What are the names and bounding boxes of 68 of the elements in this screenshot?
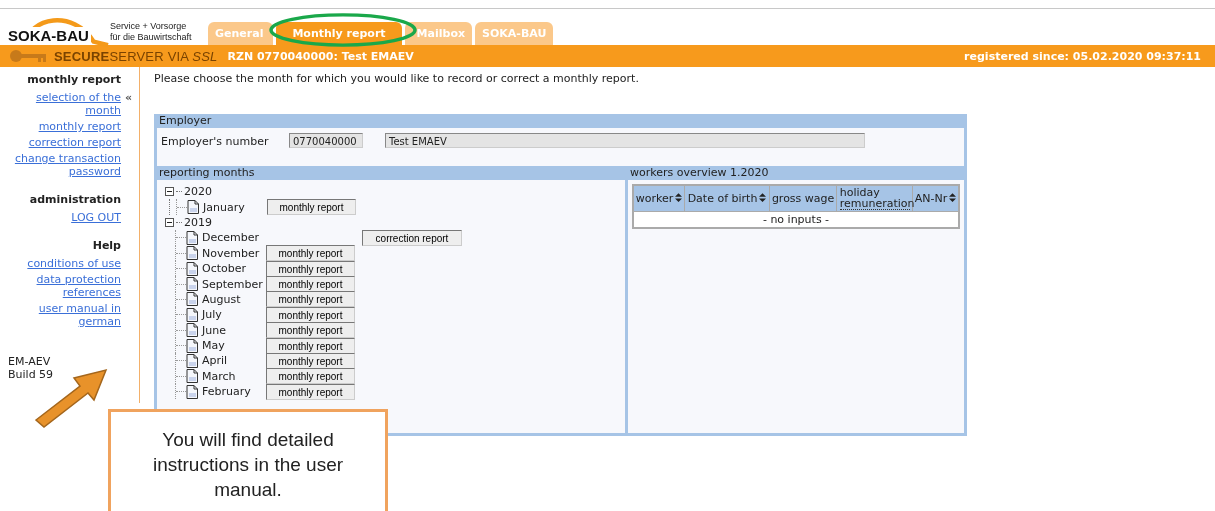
tree-month: February <box>202 385 252 399</box>
sidebar-link[interactable]: conditions of use <box>11 257 121 270</box>
panel-title: Employer <box>158 114 213 128</box>
tagline: Service + Vorsorge <box>110 21 188 32</box>
column-header[interactable]: worker <box>633 185 685 212</box>
document-icon <box>186 384 198 399</box>
sidebar-heading: monthly report <box>26 73 122 86</box>
monthly-report-button[interactable]: monthly report <box>267 199 356 216</box>
monthly-report-button[interactable]: monthly report <box>266 322 355 339</box>
tree-month: May <box>202 339 226 353</box>
document-icon <box>186 277 198 292</box>
document-icon <box>186 246 198 261</box>
column-header[interactable]: gross wage <box>769 185 837 212</box>
sidebar-link[interactable]: correction report <box>11 136 121 149</box>
secure-server-label: SECURESERVER VIA SSL <box>54 48 218 64</box>
document-icon <box>186 338 198 353</box>
panel-title: workers overview 1.2020 <box>629 166 770 180</box>
document-icon <box>186 307 198 322</box>
monthly-report-button[interactable]: monthly report <box>266 276 355 293</box>
tree-month: June <box>202 323 227 337</box>
document-icon <box>187 200 199 215</box>
tree-month: March <box>202 369 237 383</box>
document-icon <box>186 369 198 384</box>
account-label: RZN 0770040000: Test EMAEV <box>227 49 414 63</box>
panel-title: reporting months <box>158 166 256 180</box>
callout-text: You will find detailed instructions in the user manual. <box>108 409 388 511</box>
sort-icon[interactable] <box>949 193 957 202</box>
document-icon <box>186 354 198 368</box>
document-icon <box>186 323 198 338</box>
tree-year[interactable]: 2019 <box>184 215 212 229</box>
sidebar-heading: administration <box>28 193 122 206</box>
tree-month: January <box>203 200 246 214</box>
instruction-text: Please choose the month for which you would like to record or correct a monthly report. <box>154 71 640 87</box>
sidebar-link[interactable]: user manual in german <box>11 302 121 328</box>
tree-month: July <box>202 308 223 322</box>
employer-number-field: 0770040000 <box>289 133 363 148</box>
version-label: EM-AEV <box>8 355 52 368</box>
sidebar-link[interactable]: monthly report <box>11 120 121 133</box>
collapse-icon[interactable] <box>165 217 174 227</box>
tagline: für die Bauwirtschaft <box>110 32 193 43</box>
tree-month: November <box>202 246 261 260</box>
current-marker: « <box>124 91 134 106</box>
collapse-icon[interactable] <box>165 187 174 197</box>
tree-month: August <box>202 292 242 306</box>
build-label: Build 59 <box>8 368 55 381</box>
monthly-report-button[interactable]: monthly report <box>266 291 355 308</box>
registered-since-label: registered since: 05.02.2020 09:37:11 <box>964 49 1201 63</box>
employer-name-field: Test EMAEV <box>385 133 865 148</box>
tree-month: April <box>202 354 229 368</box>
sidebar-link[interactable]: LOG OUT <box>11 211 121 224</box>
monthly-report-button[interactable]: monthly report <box>266 368 355 385</box>
document-icon <box>186 292 198 307</box>
document-icon <box>186 261 198 276</box>
sidebar-heading: Help <box>91 239 122 252</box>
tree-year[interactable]: 2020 <box>184 185 212 199</box>
monthly-report-button[interactable]: monthly report <box>266 245 355 262</box>
correction-report-button[interactable]: correction report <box>362 229 462 246</box>
key-icon <box>8 48 48 64</box>
field-label: Employer's number <box>161 134 270 148</box>
sidebar-link[interactable]: change transaction password <box>11 152 121 178</box>
monthly-report-button[interactable]: monthly report <box>266 353 355 369</box>
logo-text: SOKA-BAU <box>8 27 91 45</box>
tree-month: September <box>202 277 264 291</box>
column-header[interactable]: Date of birth <box>684 185 770 212</box>
tree-month: December <box>202 231 261 245</box>
sort-icon[interactable] <box>759 193 767 202</box>
tree-month: October <box>202 262 248 276</box>
document-icon <box>186 230 198 245</box>
